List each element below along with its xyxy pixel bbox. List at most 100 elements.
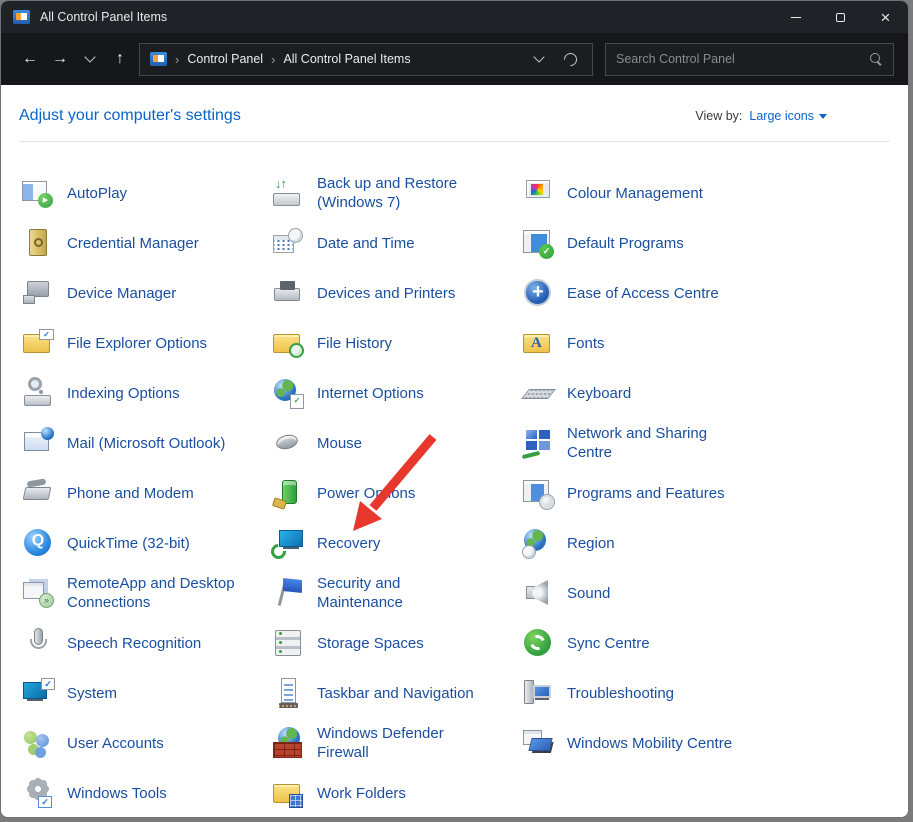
content-area: Adjust your computer's settings View by:… <box>1 85 908 818</box>
breadcrumb-control-panel-icon <box>150 52 167 66</box>
view-by-value: Large icons <box>749 109 814 123</box>
back-button[interactable]: ← <box>15 44 45 74</box>
close-button[interactable]: × <box>863 1 908 33</box>
default-programs-icon <box>521 226 555 260</box>
device-manager-icon <box>21 276 55 310</box>
refresh-button[interactable] <box>558 44 582 74</box>
search-input[interactable] <box>616 52 869 66</box>
control-panel-item[interactable]: Ease of Access Centre <box>521 268 771 318</box>
breadcrumb-control-panel[interactable]: Control Panel <box>187 52 263 66</box>
windows-tools-icon <box>21 776 55 810</box>
control-panel-item[interactable]: Colour Management <box>521 168 771 218</box>
address-dropdown-button[interactable] <box>528 44 550 74</box>
control-panel-item[interactable]: Taskbar and Navigation <box>271 668 521 718</box>
control-panel-item[interactable]: Storage Spaces <box>271 618 521 668</box>
caret-down-icon <box>819 114 827 119</box>
mail-icon <box>21 426 55 460</box>
control-panel-item[interactable]: Network and Sharing Centre <box>521 418 771 468</box>
breadcrumb-all-control-panel-items[interactable]: All Control Panel Items <box>283 52 410 66</box>
speech-recognition-icon <box>21 626 55 660</box>
control-panel-item[interactable]: Devices and Printers <box>271 268 521 318</box>
up-button[interactable]: ↑ <box>105 44 135 74</box>
control-panel-item[interactable]: Region <box>521 518 771 568</box>
user-accounts-icon <box>21 726 55 760</box>
control-panel-item[interactable]: AutoPlay <box>21 168 271 218</box>
recent-locations-button[interactable] <box>75 44 105 74</box>
control-panel-item[interactable]: Recovery <box>271 518 521 568</box>
control-panel-item[interactable]: Back up and Restore (Windows 7) <box>271 168 521 218</box>
fonts-icon <box>521 326 555 360</box>
programs-features-icon <box>521 476 555 510</box>
control-panel-item[interactable]: Windows Defender Firewall <box>271 718 521 768</box>
control-panel-item[interactable]: Fonts <box>521 318 771 368</box>
control-panel-item[interactable]: RemoteApp and Desktop Connections <box>21 568 271 618</box>
date-time-icon <box>271 226 305 260</box>
view-by-control: View by: Large icons <box>695 109 827 123</box>
control-panel-item[interactable]: Power Options <box>271 468 521 518</box>
title-bar: All Control Panel Items × <box>1 1 908 33</box>
internet-options-icon <box>271 376 305 410</box>
search-icon <box>869 52 883 66</box>
control-panel-item[interactable]: Work Folders <box>271 768 521 818</box>
breadcrumb-chevron-icon: › <box>271 52 275 67</box>
control-panel-item[interactable]: User Accounts <box>21 718 271 768</box>
control-panel-item[interactable]: Sync Centre <box>521 618 771 668</box>
address-bar[interactable]: › Control Panel › All Control Panel Item… <box>139 43 593 76</box>
control-panel-item[interactable]: Credential Manager <box>21 218 271 268</box>
minimize-icon <box>791 17 801 18</box>
power-options-icon <box>271 476 305 510</box>
colour-management-icon <box>521 176 555 210</box>
work-folders-icon <box>271 776 305 810</box>
view-by-dropdown[interactable]: Large icons <box>749 109 827 123</box>
control-panel-item[interactable]: Security and Maintenance <box>271 568 521 618</box>
troubleshooting-icon <box>521 676 555 710</box>
control-panel-item[interactable]: Windows Mobility Centre <box>521 718 771 768</box>
credential-manager-icon <box>21 226 55 260</box>
control-panel-item[interactable]: File Explorer Options <box>21 318 271 368</box>
control-panel-item[interactable]: System <box>21 668 271 718</box>
control-panel-item[interactable]: QuickTime (32-bit) <box>21 518 271 568</box>
control-panel-item[interactable]: Mouse <box>271 418 521 468</box>
chevron-down-icon <box>84 51 95 62</box>
control-panel-item[interactable]: Indexing Options <box>21 368 271 418</box>
header-divider <box>19 141 890 142</box>
control-panel-item[interactable]: Sound <box>521 568 771 618</box>
control-panel-item[interactable]: Windows Tools <box>21 768 271 818</box>
sound-icon <box>521 576 555 610</box>
control-panel-item[interactable]: Device Manager <box>21 268 271 318</box>
control-panel-item[interactable]: Internet Options <box>271 368 521 418</box>
phone-modem-icon <box>21 476 55 510</box>
control-panel-item[interactable]: Speech Recognition <box>21 618 271 668</box>
search-box[interactable] <box>605 43 894 76</box>
network-sharing-icon <box>521 426 555 460</box>
windows-defender-firewall-icon <box>271 726 305 760</box>
navigation-bar: ← → ↑ › Control Panel › All Control Pane… <box>1 33 908 85</box>
refresh-icon <box>561 50 579 68</box>
control-panel-item[interactable]: Troubleshooting <box>521 668 771 718</box>
taskbar-navigation-icon <box>271 676 305 710</box>
control-panel-item[interactable]: Date and Time <box>271 218 521 268</box>
backup-restore-icon <box>271 176 305 210</box>
control-panel-item[interactable]: Keyboard <box>521 368 771 418</box>
control-panel-item[interactable]: File History <box>271 318 521 368</box>
mouse-icon <box>271 426 305 460</box>
maximize-button[interactable] <box>818 1 863 33</box>
ease-of-access-icon <box>521 276 555 310</box>
forward-button[interactable]: → <box>45 44 75 74</box>
system-icon <box>21 676 55 710</box>
control-panel-item[interactable]: Programs and Features <box>521 468 771 518</box>
minimize-button[interactable] <box>773 1 818 33</box>
region-icon <box>521 526 555 560</box>
autoplay-icon <box>21 176 55 210</box>
control-panel-window: All Control Panel Items × ← → ↑ › Contro… <box>0 0 909 818</box>
control-panel-item[interactable]: Default Programs <box>521 218 771 268</box>
chevron-down-icon <box>533 51 544 62</box>
control-panel-item[interactable]: Phone and Modem <box>21 468 271 518</box>
file-history-icon <box>271 326 305 360</box>
window-title: All Control Panel Items <box>40 10 167 24</box>
devices-printers-icon <box>271 276 305 310</box>
content-header: Adjust your computer's settings View by:… <box>1 85 908 141</box>
indexing-options-icon <box>21 376 55 410</box>
maximize-icon <box>836 13 845 22</box>
control-panel-item[interactable]: Mail (Microsoft Outlook) <box>21 418 271 468</box>
